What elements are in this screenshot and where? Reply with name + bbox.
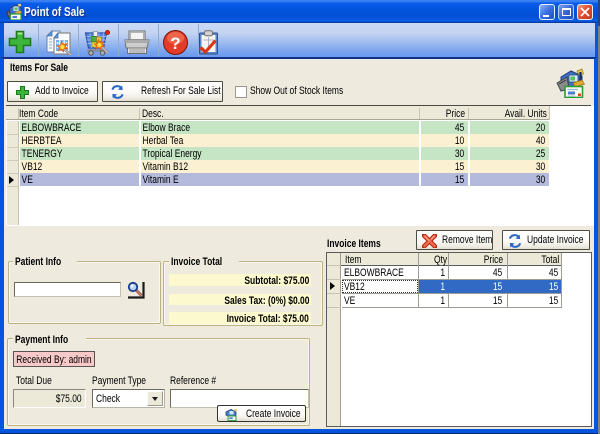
svg-text:?: ?	[170, 34, 180, 53]
